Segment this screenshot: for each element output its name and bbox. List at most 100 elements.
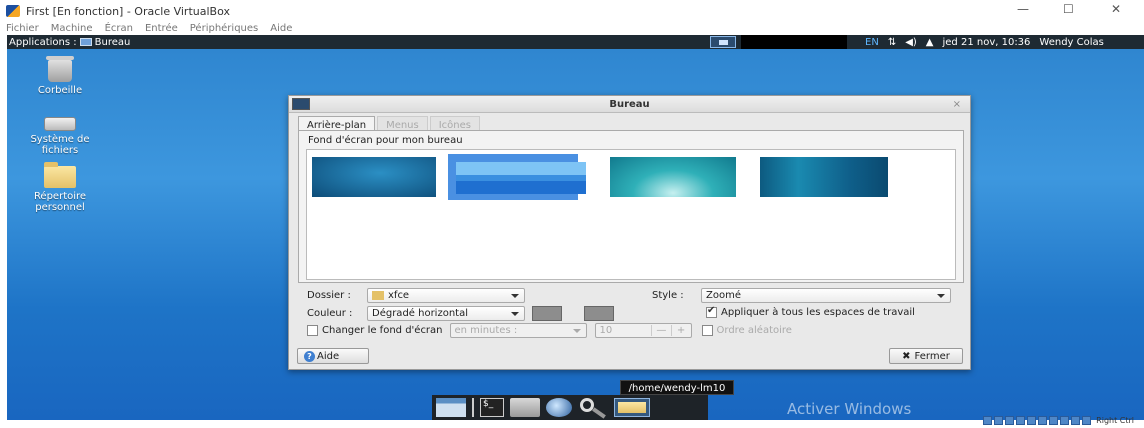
interval-spinner[interactable]: 10 — + — [594, 323, 692, 338]
workspace-switcher-icon[interactable] — [710, 36, 736, 48]
help-label: Aide — [317, 350, 340, 362]
virtualbox-logo-icon — [6, 5, 20, 17]
menu-machine[interactable]: Machine — [51, 23, 93, 34]
vbox-status-icons: Right Ctrl — [983, 416, 1134, 425]
network-icon[interactable]: ⇅ — [888, 37, 896, 48]
help-icon: ? — [304, 350, 315, 362]
network-adapter-icon[interactable] — [1016, 416, 1026, 425]
desktop-icon-label: Système de fichiers — [30, 134, 90, 156]
menu-ecran[interactable]: Écran — [105, 23, 133, 34]
chevron-down-icon — [572, 329, 581, 333]
interval-value: en minutes : — [454, 325, 518, 336]
wallpaper-thumb[interactable] — [309, 154, 439, 200]
home-folder-launcher[interactable] — [614, 398, 650, 417]
vbox-statusbar — [0, 420, 1144, 428]
optical-drive-icon[interactable] — [994, 416, 1004, 425]
notification-bell-icon[interactable]: ▲ — [926, 37, 934, 48]
couleur-label: Couleur : — [307, 308, 353, 319]
menu-entree[interactable]: Entrée — [145, 23, 178, 34]
web-browser-icon[interactable] — [546, 398, 572, 417]
bureau-dialog: Bureau × Arrière-plan Menus Icônes Fond … — [288, 95, 971, 370]
dock-separator — [472, 398, 474, 417]
chevron-down-icon — [937, 294, 945, 298]
wallpaper-thumb[interactable] — [603, 154, 736, 200]
interval-number: 10 — [599, 325, 613, 336]
interval-combo[interactable]: en minutes : — [449, 323, 587, 338]
search-icon[interactable] — [578, 398, 608, 419]
activate-windows-watermark: Activer Windows — [787, 400, 912, 418]
applications-menu[interactable]: Applications : — [9, 37, 77, 48]
random-order-checkbox[interactable] — [701, 325, 713, 336]
couleur-row: Couleur : Dégradé horizontal — [307, 306, 614, 321]
desktop-icon-label: Corbeille — [37, 85, 83, 96]
close-x-icon: ✖ — [902, 350, 911, 362]
help-button[interactable]: ? Aide — [297, 348, 369, 364]
mouse-integration-icon[interactable] — [1071, 416, 1081, 425]
couleur-combo[interactable]: Dégradé horizontal — [367, 306, 525, 321]
random-order-label: Ordre aléatoire — [716, 325, 792, 336]
maximize-button[interactable]: ☐ — [1063, 2, 1074, 16]
vbox-menubar: Fichier Machine Écran Entrée Périphériqu… — [0, 22, 1144, 35]
wallpaper-thumb-selected[interactable] — [448, 154, 586, 200]
dossier-row: Dossier : xfce — [307, 288, 525, 303]
desktop-settings-icon — [292, 98, 310, 110]
apply-all-label: Appliquer à tous les espaces de travail — [721, 307, 915, 318]
wallpaper-thumb[interactable] — [752, 154, 888, 200]
wallpaper-list — [306, 149, 956, 280]
keyboard-layout-indicator[interactable]: EN — [865, 37, 879, 48]
desktop-icon-trash[interactable]: Corbeille — [20, 56, 100, 96]
volume-icon[interactable]: ◀) — [905, 37, 917, 48]
couleur-value: Dégradé horizontal — [372, 308, 468, 319]
color2-button[interactable] — [584, 306, 614, 321]
color1-button[interactable] — [532, 306, 562, 321]
file-manager-icon[interactable] — [510, 398, 540, 417]
xfce-top-panel: Applications : Bureau EN ⇅ ◀) ▲ jed 21 n… — [7, 35, 1144, 49]
storage-icon[interactable] — [983, 416, 993, 425]
keyboard-icon[interactable] — [1082, 416, 1092, 425]
apply-all-checkbox[interactable] — [706, 305, 717, 318]
drive-icon — [44, 117, 76, 131]
panel-clock[interactable]: jed 21 nov, 10:36 — [943, 37, 1031, 48]
change-row: Changer le fond d'écran en minutes : 10 … — [307, 323, 792, 338]
style-combo[interactable]: Zoomé — [701, 288, 951, 303]
tab-panel-background: Fond d'écran pour mon bureau — [298, 130, 964, 283]
home-folder-icon — [44, 162, 76, 188]
recording-icon[interactable] — [1060, 416, 1070, 425]
desktop-icon-label: Répertoire personnel — [33, 191, 87, 213]
dossier-value: xfce — [388, 290, 410, 301]
change-background-label: Changer le fond d'écran — [322, 325, 443, 336]
minimize-button[interactable]: — — [1017, 2, 1029, 16]
style-label: Style : — [652, 290, 684, 301]
dossier-combo[interactable]: xfce — [367, 288, 525, 303]
change-background-checkbox[interactable] — [307, 325, 318, 336]
desktop-icon-home[interactable]: Répertoire personnel — [20, 162, 100, 213]
folder-icon — [372, 291, 384, 300]
folder-icon — [618, 402, 646, 413]
display-icon[interactable] — [1049, 416, 1059, 425]
audio-icon[interactable] — [1005, 416, 1015, 425]
dialog-close-icon[interactable]: × — [953, 96, 961, 113]
menu-fichier[interactable]: Fichier — [6, 23, 39, 34]
close-window-button[interactable]: ✕ — [1111, 2, 1121, 16]
show-desktop-icon[interactable] — [436, 398, 466, 417]
shared-folders-icon[interactable] — [1038, 416, 1048, 425]
window-icon — [79, 38, 92, 46]
chevron-down-icon — [511, 294, 519, 298]
usb-icon[interactable] — [1027, 416, 1037, 425]
terminal-icon[interactable]: $_ — [480, 398, 504, 417]
panel-user[interactable]: Wendy Colas — [1039, 37, 1103, 48]
close-button[interactable]: ✖ Fermer — [889, 348, 963, 364]
wallpaper-section-label: Fond d'écran pour mon bureau — [308, 135, 463, 146]
vbox-titlebar: First [En fonction] - Oracle VirtualBox … — [0, 0, 1144, 22]
panel-empty-area — [741, 35, 847, 49]
trash-icon — [46, 56, 74, 82]
desktop-icon-filesystem[interactable]: Système de fichiers — [20, 117, 100, 156]
plus-button[interactable]: + — [670, 325, 691, 336]
taskbar-window-bureau[interactable]: Bureau — [95, 37, 131, 48]
menu-peripheriques[interactable]: Périphériques — [190, 23, 259, 34]
style-row: Style : Zoomé — [652, 288, 951, 303]
minus-button[interactable]: — — [650, 325, 671, 336]
host-key-label: Right Ctrl — [1096, 416, 1134, 425]
dossier-label: Dossier : — [307, 290, 351, 301]
menu-aide[interactable]: Aide — [270, 23, 292, 34]
